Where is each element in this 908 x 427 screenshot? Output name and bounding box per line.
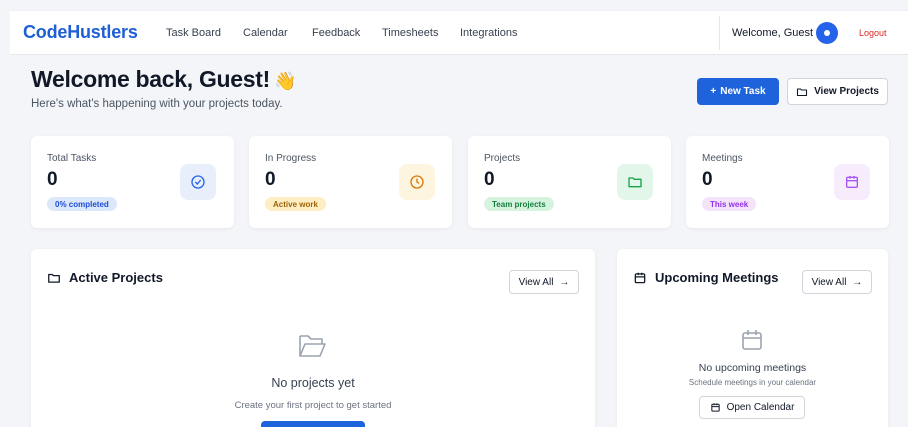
calendar-empty-icon [742, 330, 762, 350]
stat-value: 0 [702, 169, 713, 190]
stat-label: Meetings [702, 153, 743, 164]
panel-title: Active Projects [47, 270, 163, 285]
folder-icon [797, 87, 808, 96]
stat-icon-box [399, 164, 435, 200]
view-all-label: View All [811, 276, 847, 288]
stat-card-meetings: Meetings 0 This week [686, 136, 889, 228]
status-badge: 0% completed [47, 197, 117, 211]
empty-state-subtitle: Create your first project to get started [234, 400, 392, 411]
brand-logo[interactable]: CodeHustlers [23, 22, 138, 43]
stat-label: In Progress [265, 153, 317, 164]
stat-card-in-progress: In Progress 0 Active work [249, 136, 452, 228]
view-projects-label: View Projects [814, 86, 879, 97]
arrow-right-icon: → [852, 276, 863, 288]
view-projects-button[interactable]: View Projects [787, 78, 888, 105]
folder-open-icon [299, 335, 326, 357]
calendar-icon [846, 176, 858, 188]
waving-hand-icon: 👋 [274, 71, 297, 91]
top-navbar: CodeHustlers Task Board Calendar Feedbac… [10, 10, 908, 55]
stat-label: Projects [484, 153, 521, 164]
create-project-button[interactable] [261, 421, 365, 427]
new-task-button[interactable]: + New Task [697, 78, 779, 105]
status-badge: Team projects [484, 197, 554, 211]
nav-link-timesheets[interactable]: Timesheets [382, 27, 438, 39]
stat-card-projects: Projects 0 Team projects [468, 136, 671, 228]
open-calendar-label: Open Calendar [726, 402, 795, 413]
view-all-meetings-button[interactable]: View All → [802, 270, 872, 294]
stat-icon-box [180, 164, 216, 200]
page-title: Welcome back, Guest! 👋 [31, 66, 296, 93]
stat-value: 0 [265, 169, 276, 190]
status-badge: This week [702, 197, 757, 211]
status-badge: Active work [265, 197, 326, 211]
view-all-projects-button[interactable]: View All → [509, 270, 579, 294]
empty-state-subtitle: Schedule meetings in your calendar [688, 378, 817, 387]
nav-divider [719, 16, 720, 50]
view-all-label: View All [518, 276, 554, 288]
stat-icon-box [617, 164, 653, 200]
calendar-icon [710, 403, 720, 412]
page-title-text: Welcome back, Guest! [31, 66, 270, 92]
new-task-label: New Task [720, 86, 766, 97]
stat-value: 0 [47, 169, 58, 190]
active-projects-panel: Active Projects View All → No projects y… [31, 249, 595, 427]
clock-icon [410, 175, 424, 189]
plus-icon: + [710, 86, 717, 97]
stat-value: 0 [484, 169, 495, 190]
stat-icon-box [834, 164, 870, 200]
calendar-icon [634, 272, 646, 283]
folder-icon [48, 273, 60, 283]
upcoming-meetings-panel: Upcoming Meetings View All → No upcoming… [617, 249, 888, 427]
nav-link-task-board[interactable]: Task Board [166, 27, 221, 39]
panel-title-text: Active Projects [69, 270, 163, 285]
page-subtitle: Here's what's happening with your projec… [31, 98, 283, 110]
empty-state-title: No projects yet [271, 376, 355, 390]
avatar-dot-icon [824, 30, 830, 36]
panel-title: Upcoming Meetings [633, 270, 779, 285]
stat-label: Total Tasks [47, 153, 97, 164]
nav-link-feedback[interactable]: Feedback [312, 27, 360, 39]
open-calendar-button[interactable]: Open Calendar [699, 396, 805, 419]
stat-card-total-tasks: Total Tasks 0 0% completed [31, 136, 234, 228]
panel-title-text: Upcoming Meetings [655, 270, 779, 285]
arrow-right-icon: → [559, 276, 570, 288]
avatar[interactable] [816, 22, 838, 44]
folder-icon [628, 177, 642, 188]
check-circle-icon [191, 175, 205, 189]
nav-link-calendar[interactable]: Calendar [243, 27, 288, 39]
empty-state-title: No upcoming meetings [698, 362, 807, 374]
welcome-text: Welcome, Guest [732, 27, 814, 39]
nav-link-integrations[interactable]: Integrations [460, 27, 517, 39]
logout-link[interactable]: Logout [859, 28, 887, 38]
